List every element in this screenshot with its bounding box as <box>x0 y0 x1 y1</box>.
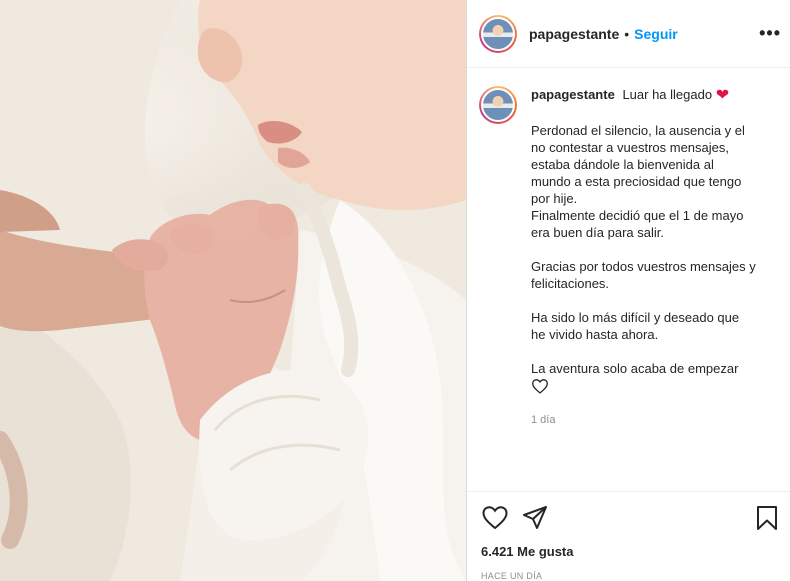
more-options-icon[interactable]: ••• <box>759 23 781 44</box>
paper-plane-icon[interactable] <box>521 504 549 532</box>
caption-text: papagestante Luar ha llegado ❤ Perdonad … <box>531 86 781 429</box>
post-side-panel: papagestante • Seguir ••• papagestante L… <box>467 0 790 581</box>
separator-dot: • <box>624 25 630 42</box>
caption-heading: papagestante Luar ha llegado ❤ <box>531 86 781 104</box>
likes-count[interactable]: 6.421 Me gusta <box>481 544 781 559</box>
bookmark-icon[interactable] <box>753 504 781 532</box>
follow-button[interactable]: Seguir <box>634 26 678 42</box>
actions-bar: 6.421 Me gusta HACE UN DÍA <box>467 491 790 581</box>
action-icons <box>481 502 781 534</box>
caption-paragraph: Gracias por todos vuestros mensajes y fe… <box>531 259 756 291</box>
header-username[interactable]: papagestante <box>529 26 619 42</box>
newborn-photo-illustration <box>0 0 466 581</box>
caption-row: papagestante Luar ha llegado ❤ Perdonad … <box>479 86 781 429</box>
caption-time[interactable]: 1 día <box>531 412 781 429</box>
heart-outline-icon[interactable] <box>481 504 509 532</box>
caption-body: Perdonad el silencio, la ausencia y el n… <box>531 122 781 398</box>
outline-heart-icon <box>531 378 781 398</box>
caption-username[interactable]: papagestante <box>531 87 615 102</box>
caption-avatar[interactable] <box>479 86 517 124</box>
caption-title: Luar ha llegado <box>622 87 713 102</box>
post-timestamp: HACE UN DÍA <box>481 571 543 581</box>
instagram-post: papagestante • Seguir ••• papagestante L… <box>0 0 790 581</box>
post-header: papagestante • Seguir ••• <box>467 0 790 68</box>
caption-paragraph: Ha sido lo más difícil y deseado que he … <box>531 310 740 342</box>
caption-paragraph: La aventura solo acaba de empezar <box>531 361 739 376</box>
caption-paragraph: Perdonad el silencio, la ausencia y el n… <box>531 123 745 240</box>
red-heart-icon: ❤ <box>715 87 730 104</box>
caption-area: papagestante Luar ha llegado ❤ Perdonad … <box>467 68 790 491</box>
avatar[interactable] <box>479 14 517 53</box>
post-photo[interactable] <box>0 0 466 581</box>
